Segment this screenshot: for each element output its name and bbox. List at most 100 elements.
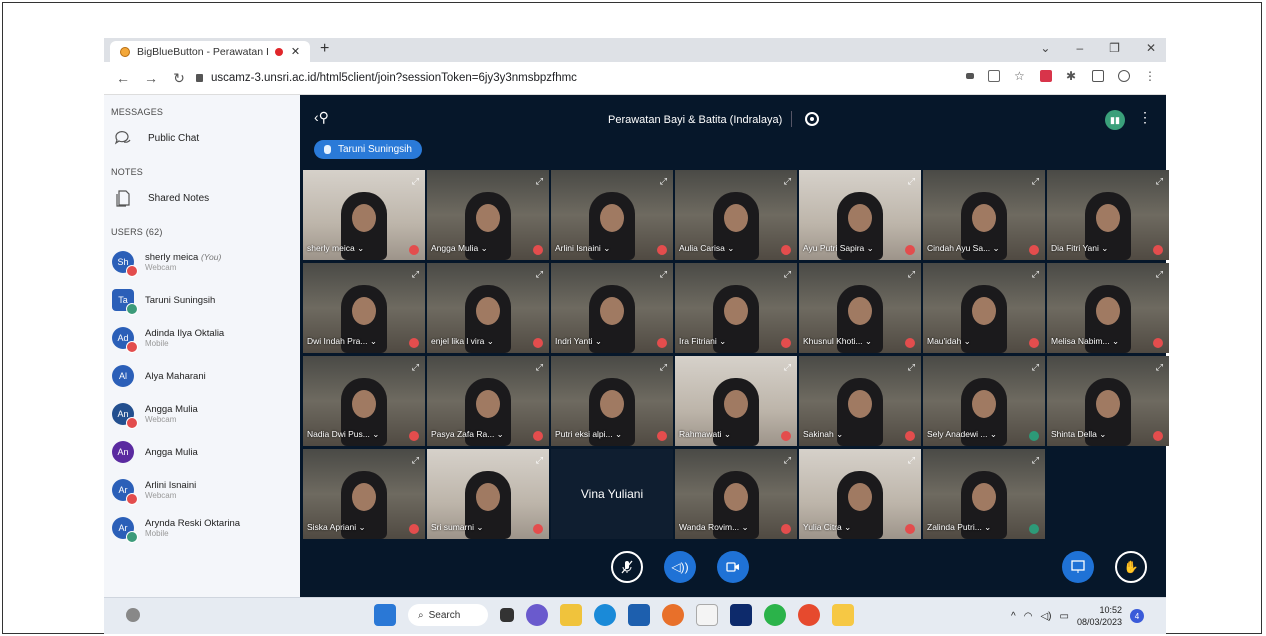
tile-user-name[interactable]: Arlini Isnaini ⌄ [555,243,610,254]
close-tab-icon[interactable]: ✕ [291,45,300,58]
fullscreen-icon[interactable]: ⤢ [784,269,791,280]
video-tile[interactable]: ⤢ sherly meica ⌄ [303,170,425,260]
forward-button[interactable]: → [142,70,160,86]
fullscreen-icon[interactable]: ⤢ [536,362,543,373]
fullscreen-icon[interactable]: ⤢ [660,269,667,280]
file-explorer-icon[interactable] [560,604,582,626]
firefox-icon[interactable] [662,604,684,626]
fullscreen-icon[interactable]: ⤢ [784,362,791,373]
extensions-puzzle-icon[interactable]: ✱ [1066,70,1078,82]
video-tile[interactable]: ⤢ Siska Apriani ⌄ [303,449,425,539]
video-tile[interactable]: ⤢ Wanda Rovim... ⌄ [675,449,797,539]
sidepanel-icon[interactable] [1092,70,1104,82]
battery-icon[interactable]: ▭ [1060,611,1069,622]
tile-user-name[interactable]: enjel lika l vira ⌄ [431,336,494,347]
video-tile[interactable]: ⤢ Sakinah ⌄ [799,356,921,446]
tile-user-name[interactable]: Sakinah ⌄ [803,429,843,440]
user-list-item[interactable]: An Angga Mulia [112,433,300,471]
video-tile[interactable]: ⤢ Melisa Nabim... ⌄ [1047,263,1169,353]
tray-expand-icon[interactable]: ^ [1011,611,1016,622]
chevron-down-icon[interactable]: ⌄ [1040,41,1050,55]
tile-user-name[interactable]: Aulia Carisa ⌄ [679,243,734,254]
tile-user-name[interactable]: Melisa Nabim... ⌄ [1051,336,1119,347]
fullscreen-icon[interactable]: ⤢ [1156,269,1163,280]
fullscreen-icon[interactable]: ⤢ [660,176,667,187]
video-tile[interactable]: ⤢ Pasya Zafa Ra... ⌄ [427,356,549,446]
fullscreen-icon[interactable]: ⤢ [1032,269,1039,280]
widgets-icon[interactable] [126,608,140,622]
video-tile[interactable]: ⤢ Dwi Indah Pra... ⌄ [303,263,425,353]
volume-icon[interactable]: ◁) [1040,611,1051,622]
app-icon[interactable] [832,604,854,626]
tile-user-name[interactable]: Ira Fitriani ⌄ [679,336,726,347]
fullscreen-icon[interactable]: ⤢ [1032,455,1039,466]
video-tile[interactable]: ⤢ Arlini Isnaini ⌄ [551,170,673,260]
user-list-item[interactable]: Ta Taruni Suningsih [112,281,300,319]
fullscreen-icon[interactable]: ⤢ [412,176,419,187]
user-list-item[interactable]: An Angga Mulia Webcam [112,395,300,433]
connection-status-icon[interactable]: ▮▮ [1105,110,1125,130]
video-tile[interactable]: ⤢ Mau'idah ⌄ [923,263,1045,353]
url-field[interactable]: uscamz-3.unsri.ac.id/html5client/join?se… [196,72,577,84]
user-list-item[interactable]: Ad Adinda Ilya Oktalia Mobile [112,319,300,357]
tile-user-name[interactable]: Sri sumarni ⌄ [431,522,483,533]
edge-browser-icon[interactable] [594,604,616,626]
fullscreen-icon[interactable]: ⤢ [908,362,915,373]
browser-tab[interactable]: BigBlueButton - Perawatan I ✕ [110,41,310,62]
fullscreen-icon[interactable]: ⤢ [536,269,543,280]
share-icon[interactable] [988,70,1000,82]
new-tab-button[interactable]: + [320,40,329,58]
user-list-item[interactable]: Al Alya Maharani [112,357,300,395]
shared-notes-item[interactable]: Shared Notes [114,189,300,207]
tile-user-name[interactable]: Sely Anadewi ... ⌄ [927,429,997,440]
tile-user-name[interactable]: Dwi Indah Pra... ⌄ [307,336,377,347]
extension-red-icon[interactable] [1040,70,1052,82]
fullscreen-icon[interactable]: ⤢ [1156,176,1163,187]
fullscreen-icon[interactable]: ⤢ [1032,362,1039,373]
fullscreen-icon[interactable]: ⤢ [784,176,791,187]
video-tile[interactable]: ⤢ Angga Mulia ⌄ [427,170,549,260]
taskbar-search[interactable]: ⌕ Search [408,604,488,626]
fullscreen-icon[interactable]: ⤢ [784,455,791,466]
wifi-icon[interactable]: ◠ [1024,611,1033,622]
notification-badge[interactable]: 4 [1130,609,1144,623]
fullscreen-icon[interactable]: ⤢ [908,176,915,187]
fullscreen-icon[interactable]: ⤢ [1032,176,1039,187]
tile-user-name[interactable]: Dia Fitri Yani ⌄ [1051,243,1108,254]
tile-user-name[interactable]: Pasya Zafa Ra... ⌄ [431,429,504,440]
video-tile[interactable]: ⤢ Dia Fitri Yani ⌄ [1047,170,1169,260]
tile-user-name[interactable]: Zalinda Putri... ⌄ [927,522,991,533]
fullscreen-icon[interactable]: ⤢ [908,455,915,466]
video-tile[interactable]: ⤢ Sri sumarni ⌄ [427,449,549,539]
video-tile[interactable]: ⤢ Yulia Citra ⌄ [799,449,921,539]
user-list-item[interactable]: Sh sherly meica (You) Webcam [112,243,300,281]
fullscreen-icon[interactable]: ⤢ [412,269,419,280]
tile-user-name[interactable]: Mau'idah ⌄ [927,336,971,347]
chat-app-icon[interactable] [526,604,548,626]
fullscreen-icon[interactable]: ⤢ [1156,362,1163,373]
tile-user-name[interactable]: Khusnul Khoti... ⌄ [803,336,872,347]
profile-icon[interactable] [1118,70,1130,82]
tile-user-name[interactable]: Yulia Citra ⌄ [803,522,851,533]
back-button[interactable]: ← [114,70,132,86]
video-tile[interactable]: ⤢ Putri eksi alpi... ⌄ [551,356,673,446]
whatsapp-icon[interactable] [764,604,786,626]
restore-button[interactable]: ❐ [1109,41,1120,55]
video-tile[interactable]: ⤢ Rahmawati ⌄ [675,356,797,446]
video-tile[interactable]: ⤢ Ira Fitriani ⌄ [675,263,797,353]
close-window-button[interactable]: ✕ [1146,41,1156,55]
fullscreen-icon[interactable]: ⤢ [536,455,543,466]
video-tile[interactable]: ⤢ Ayu Putri Sapira ⌄ [799,170,921,260]
video-tile[interactable]: ⤢ Sely Anadewi ... ⌄ [923,356,1045,446]
video-tile[interactable]: ⤢ Cindah Ayu Sa... ⌄ [923,170,1045,260]
tile-user-name[interactable]: Siska Apriani ⌄ [307,522,366,533]
task-view-icon[interactable] [500,608,514,622]
fullscreen-icon[interactable]: ⤢ [536,176,543,187]
bookmark-star-icon[interactable]: ☆ [1014,70,1026,82]
public-chat-item[interactable]: Public Chat [114,129,300,147]
raise-hand-button[interactable]: ✋ [1115,551,1147,583]
windows-start-icon[interactable] [374,604,396,626]
clock[interactable]: 10:52 08/03/2023 [1077,604,1122,628]
chrome-icon[interactable] [798,604,820,626]
audio-button[interactable]: ◁)) [664,551,696,583]
